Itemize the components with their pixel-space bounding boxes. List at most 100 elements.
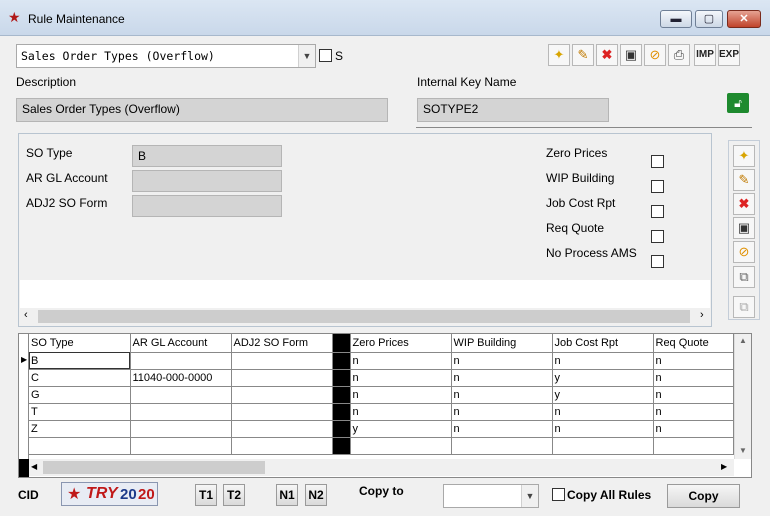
save-icon[interactable]: ▣	[620, 44, 642, 66]
cell[interactable]: 11040-000-0000	[130, 369, 232, 387]
cell[interactable]: n	[552, 403, 654, 421]
cell[interactable]: n	[350, 369, 452, 387]
table-row[interactable]: T n n n n	[29, 403, 734, 421]
table-row[interactable]: B n n n n	[29, 352, 734, 370]
no-process-ams-checkbox[interactable]	[651, 255, 664, 268]
cell[interactable]	[130, 420, 232, 438]
cell[interactable]	[350, 437, 452, 455]
cell[interactable]	[231, 369, 333, 387]
scroll-up-icon[interactable]: ▲	[739, 336, 747, 345]
panel-scroll-thumb[interactable]	[38, 310, 690, 323]
t2-button[interactable]: T2	[223, 484, 245, 506]
edit-record-icon[interactable]: ✎	[572, 44, 594, 66]
grid-hscrollbar[interactable]: ◀ ▶	[29, 459, 734, 476]
copy-to-select[interactable]: ▼	[443, 484, 539, 508]
cell[interactable]	[29, 437, 131, 455]
table-row[interactable]: G n n y n	[29, 386, 734, 404]
col-header-zero-prices[interactable]: Zero Prices	[350, 334, 452, 353]
cell[interactable]	[130, 437, 232, 455]
copy-to-chevron-down-icon[interactable]: ▼	[521, 485, 538, 507]
cell[interactable]	[231, 403, 333, 421]
scroll-down-icon[interactable]: ▼	[739, 446, 747, 455]
side-copy-icon[interactable]: ⧉	[733, 266, 755, 288]
grid-scroll-thumb[interactable]	[43, 461, 265, 474]
close-button[interactable]: ✕	[727, 10, 761, 28]
cell[interactable]: n	[350, 386, 452, 404]
cell[interactable]: n	[552, 352, 654, 370]
so-type-field[interactable]: B	[132, 145, 282, 167]
cell[interactable]: n	[552, 420, 654, 438]
side-cancel-icon[interactable]: ⊘	[733, 241, 755, 263]
cell[interactable]	[552, 437, 654, 455]
cell[interactable]: n	[451, 352, 553, 370]
side-delete-icon[interactable]: ✖	[733, 193, 755, 215]
grid-scroll-right-icon[interactable]: ▶	[721, 462, 727, 471]
col-header-adj2-so-form[interactable]: ADJ2 SO Form	[231, 334, 333, 353]
unlock-icon[interactable]: 🔓︎	[727, 93, 749, 113]
cell[interactable]: T	[29, 403, 131, 421]
grid-scroll-left-icon[interactable]: ◀	[31, 462, 37, 471]
side-new-icon[interactable]: ✦	[733, 145, 755, 167]
try2020-logo[interactable]: ★ TRY 20 20	[61, 482, 158, 506]
cancel-icon[interactable]: ⊘	[644, 44, 666, 66]
cell[interactable]: G	[29, 386, 131, 404]
cell[interactable]: n	[653, 369, 734, 387]
new-record-icon[interactable]: ✦	[548, 44, 570, 66]
ar-gl-account-field[interactable]	[132, 170, 282, 192]
n1-button[interactable]: N1	[276, 484, 298, 506]
cell[interactable]	[231, 352, 333, 370]
cell[interactable]	[130, 403, 232, 421]
maximize-button[interactable]: ▢	[695, 10, 723, 28]
cell[interactable]: n	[451, 369, 553, 387]
cell[interactable]: n	[653, 386, 734, 404]
side-paste-icon[interactable]: ⧉	[733, 296, 755, 318]
description-field[interactable]: Sales Order Types (Overflow)	[16, 98, 388, 122]
cell[interactable]: n	[451, 420, 553, 438]
grid-vscrollbar[interactable]: ▲ ▼	[734, 334, 751, 459]
cell[interactable]: n	[350, 352, 452, 370]
rule-select[interactable]: Sales Order Types (Overflow) ▼	[16, 44, 316, 68]
cell[interactable]: n	[451, 403, 553, 421]
col-header-so-type[interactable]: SO Type	[29, 334, 131, 353]
scroll-right-icon[interactable]: ›	[700, 309, 704, 321]
copy-button[interactable]: Copy	[667, 484, 740, 508]
req-quote-checkbox[interactable]	[651, 230, 664, 243]
job-cost-rpt-checkbox[interactable]	[651, 205, 664, 218]
table-row[interactable]	[29, 437, 734, 455]
minimize-button[interactable]: ▬	[660, 10, 692, 28]
export-button[interactable]: EXP	[718, 44, 740, 66]
col-header-ar-gl-account[interactable]: AR GL Account	[130, 334, 232, 353]
cell[interactable]	[653, 437, 734, 455]
adj2-so-form-field[interactable]	[132, 195, 282, 217]
cell[interactable]	[451, 437, 553, 455]
table-row[interactable]: Z y n n n	[29, 420, 734, 438]
cell[interactable]: y	[552, 386, 654, 404]
internal-key-field[interactable]: SOTYPE2	[417, 98, 609, 122]
delete-record-icon[interactable]: ✖	[596, 44, 618, 66]
cell[interactable]	[130, 386, 232, 404]
cell[interactable]: n	[653, 352, 734, 370]
col-header-wip-building[interactable]: WIP Building	[451, 334, 553, 353]
side-edit-icon[interactable]: ✎	[733, 169, 755, 191]
zero-prices-checkbox[interactable]	[651, 155, 664, 168]
col-header-job-cost-rpt[interactable]: Job Cost Rpt	[552, 334, 654, 353]
s-checkbox[interactable]	[319, 49, 332, 62]
cell[interactable]: n	[451, 386, 553, 404]
cell[interactable]	[231, 420, 333, 438]
side-save-icon[interactable]: ▣	[733, 217, 755, 239]
cell[interactable]: n	[350, 403, 452, 421]
cell[interactable]	[231, 437, 333, 455]
cell[interactable]: y	[552, 369, 654, 387]
cell[interactable]: C	[29, 369, 131, 387]
cell[interactable]	[130, 352, 232, 370]
col-header-req-quote[interactable]: Req Quote	[653, 334, 734, 353]
import-button[interactable]: IMP	[694, 44, 716, 66]
n2-button[interactable]: N2	[305, 484, 327, 506]
chevron-down-icon[interactable]: ▼	[298, 45, 315, 67]
cell[interactable]	[231, 386, 333, 404]
copy-all-rules-checkbox[interactable]	[552, 488, 565, 501]
t1-button[interactable]: T1	[195, 484, 217, 506]
cell[interactable]: Z	[29, 420, 131, 438]
cell[interactable]: n	[653, 420, 734, 438]
wip-building-checkbox[interactable]	[651, 180, 664, 193]
